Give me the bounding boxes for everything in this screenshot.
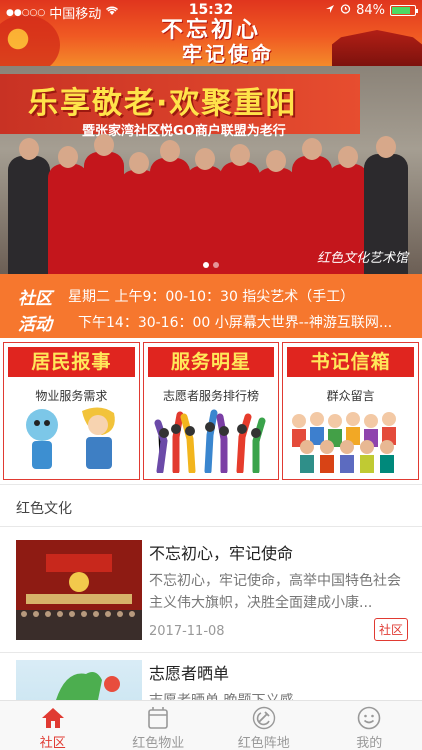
header-slogan-line2: 牢记使命 [182,42,274,66]
activity-label-line2: 活动 [18,315,52,335]
news-thumbnail [16,660,142,700]
tile-title: 书记信箱 [287,347,415,377]
crowd-illustration [292,412,397,473]
tab-red-position[interactable]: 红色阵地 [211,701,317,750]
news-thumbnail [16,540,142,640]
news-summary: 志愿者晒单 晚题下义感 [149,690,407,700]
secretary-mailbox-tile[interactable]: 书记信箱 群众留言 [282,342,420,480]
news-item[interactable]: 志愿者晒单 志愿者晒单 晚题下义感 [16,660,408,700]
banner-title: 乐享敬老·欢聚重阳 [28,86,298,121]
header-banner: ●●○○○ 中国移动 15:32 84% 不忘初心 牢记使命 [0,0,422,66]
smiley-icon [357,706,381,730]
activity-item[interactable]: 下午14：30-16：00 小屏幕大世界--神游互联网... [78,312,392,332]
cartoon-people-illustration [26,407,115,469]
news-tag[interactable]: 社区 [373,618,408,641]
building-icon [148,707,169,729]
hammer-sickle-icon [252,706,275,730]
tile-title: 居民报事 [8,347,135,377]
tab-label: 红色阵地 [237,736,290,750]
news-headline: 不忘初心，牢记使命 [149,544,294,563]
tab-label: 我的 [356,736,383,750]
banner-carousel[interactable]: 乐享敬老·欢聚重阳 暨张家湾社区悦GO商户联盟为老行 红色文化艺术馆 [0,66,422,274]
list-divider [0,652,422,653]
carousel-dot[interactable] [213,262,219,268]
section-divider [0,484,422,485]
tab-community[interactable]: 社区 [0,701,106,750]
news-headline: 志愿者晒单 [149,664,230,683]
tab-red-property[interactable]: 红色物业 [106,701,212,750]
news-item[interactable]: 不忘初心，牢记使命 不忘初心，牢记使命，高举中国特色社会主义伟大旗帜，决胜全面建… [16,540,408,641]
community-activity-bar[interactable]: 社区 活动 星期二 上午9：00-10：30 指尖艺术（手工） 下午14：30-… [0,274,422,338]
section-title: 红色文化 [16,501,72,517]
section-divider [0,526,422,527]
tab-label: 社区 [39,736,66,750]
activity-item[interactable]: 星期二 上午9：00-10：30 指尖艺术（手工） [68,286,354,306]
service-star-tile[interactable]: 服务明星 志愿者服务排行榜 [142,342,280,480]
service-tiles: 居民报事 物业服务需求 服务明星 志愿者服务排行榜 书记信箱 群众留言 [0,338,422,484]
home-icon [41,708,64,728]
resident-report-tile[interactable]: 居民报事 物业服务需求 [3,342,140,480]
news-summary: 不忘初心，牢记使命，高举中国特色社会主义伟大旗帜，决胜全面建成小康... [149,573,401,611]
tab-mine[interactable]: 我的 [317,701,422,750]
carousel-indicator [0,253,422,272]
tab-label: 红色物业 [132,736,185,750]
tile-title: 服务明星 [147,347,275,377]
activity-label-line1: 社区 [18,289,52,309]
volunteers-illustration [154,409,266,473]
tab-bar: 社区 红色物业 红色阵地 我的 [0,700,422,750]
carousel-dot[interactable] [203,262,209,268]
news-date: 2017-11-08 [149,624,225,639]
